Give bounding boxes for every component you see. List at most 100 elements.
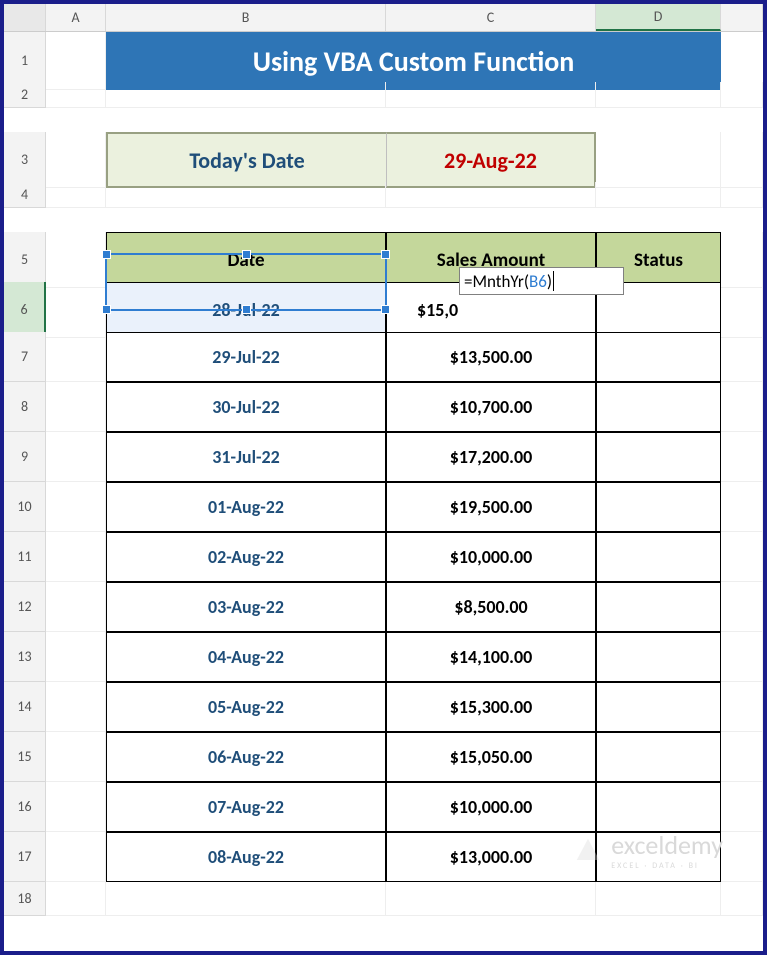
- cell-C14[interactable]: $15,300.00: [386, 682, 596, 732]
- cell-A9[interactable]: [46, 432, 106, 482]
- cell-A13[interactable]: [46, 632, 106, 682]
- col-header-B[interactable]: B: [106, 4, 386, 31]
- row-header-14[interactable]: 14: [4, 682, 46, 732]
- cell-D17[interactable]: [596, 832, 721, 882]
- cell-C10[interactable]: $19,500.00: [386, 482, 596, 532]
- cell-A10[interactable]: [46, 482, 106, 532]
- row-header-8[interactable]: 8: [4, 382, 46, 432]
- cell-E17: [721, 832, 763, 882]
- cell-D15[interactable]: [596, 732, 721, 782]
- cell-D8[interactable]: [596, 382, 721, 432]
- cell-A8[interactable]: [46, 382, 106, 432]
- cell-C18[interactable]: [386, 882, 596, 916]
- cell-B9[interactable]: 31-Jul-22: [106, 432, 386, 482]
- cell-A14[interactable]: [46, 682, 106, 732]
- row-header-5[interactable]: 5: [4, 232, 46, 288]
- cell-D4[interactable]: [596, 182, 721, 208]
- cell-A7[interactable]: [46, 332, 106, 382]
- cell-B4[interactable]: [106, 182, 386, 208]
- cell-E16: [721, 782, 763, 832]
- cell-C4[interactable]: [386, 182, 596, 208]
- cell-C7[interactable]: $13,500.00: [386, 332, 596, 382]
- column-headers: A B C D: [4, 4, 763, 32]
- row-header-3[interactable]: 3: [4, 132, 46, 188]
- cell-B2[interactable]: [106, 82, 386, 108]
- row-header-12[interactable]: 12: [4, 582, 46, 632]
- formula-function: MnthYr(: [472, 271, 529, 292]
- cell-C16[interactable]: $10,000.00: [386, 782, 596, 832]
- today-date-value[interactable]: 29-Aug-22: [386, 132, 596, 188]
- cell-C12[interactable]: $8,500.00: [386, 582, 596, 632]
- row-header-4[interactable]: 4: [4, 182, 46, 208]
- cell-E2: [721, 82, 763, 108]
- cell-C2[interactable]: [386, 82, 596, 108]
- row-header-10[interactable]: 10: [4, 482, 46, 532]
- cell-C11[interactable]: $10,000.00: [386, 532, 596, 582]
- col-header-A[interactable]: A: [46, 4, 106, 31]
- cell-A3[interactable]: [46, 132, 106, 188]
- cell-D10[interactable]: [596, 482, 721, 532]
- cell-E7: [721, 332, 763, 382]
- cell-C15[interactable]: $15,050.00: [386, 732, 596, 782]
- cell-B11[interactable]: 02-Aug-22: [106, 532, 386, 582]
- cell-B13[interactable]: 04-Aug-22: [106, 632, 386, 682]
- row-header-9[interactable]: 9: [4, 432, 46, 482]
- cell-A15[interactable]: [46, 732, 106, 782]
- cell-A16[interactable]: [46, 782, 106, 832]
- cell-C8[interactable]: $10,700.00: [386, 382, 596, 432]
- cell-D2[interactable]: [596, 82, 721, 108]
- cell-B16[interactable]: 07-Aug-22: [106, 782, 386, 832]
- select-all-corner[interactable]: [4, 4, 46, 31]
- cell-B12[interactable]: 03-Aug-22: [106, 582, 386, 632]
- cell-A6[interactable]: [46, 282, 106, 338]
- row-header-15[interactable]: 15: [4, 732, 46, 782]
- cell-B7[interactable]: 29-Jul-22: [106, 332, 386, 382]
- cell-B18[interactable]: [106, 882, 386, 916]
- cell-D12[interactable]: [596, 582, 721, 632]
- row-header-7[interactable]: 7: [4, 332, 46, 382]
- cell-E12: [721, 582, 763, 632]
- cell-C17[interactable]: $13,000.00: [386, 832, 596, 882]
- cell-B6[interactable]: 28-Jul-22: [106, 282, 386, 338]
- today-date-label[interactable]: Today's Date: [106, 132, 386, 188]
- table-header-date[interactable]: Date: [106, 232, 386, 288]
- cell-D16[interactable]: [596, 782, 721, 832]
- cell-A17[interactable]: [46, 832, 106, 882]
- cell-D9[interactable]: [596, 432, 721, 482]
- col-header-C[interactable]: C: [386, 4, 596, 31]
- cell-A18[interactable]: [46, 882, 106, 916]
- cell-B17[interactable]: 08-Aug-22: [106, 832, 386, 882]
- row-header-13[interactable]: 13: [4, 632, 46, 682]
- cell-A11[interactable]: [46, 532, 106, 582]
- cell-C13[interactable]: $14,100.00: [386, 632, 596, 682]
- cell-D7[interactable]: [596, 332, 721, 382]
- cell-A5[interactable]: [46, 232, 106, 288]
- cell-E15: [721, 732, 763, 782]
- cell-A4[interactable]: [46, 182, 106, 208]
- spreadsheet-grid: 1 Using VBA Custom Function 2 3 Today's …: [4, 32, 763, 932]
- cell-D11[interactable]: [596, 532, 721, 582]
- row-header-16[interactable]: 16: [4, 782, 46, 832]
- cell-B15[interactable]: 06-Aug-22: [106, 732, 386, 782]
- cell-D14[interactable]: [596, 682, 721, 732]
- cell-A12[interactable]: [46, 582, 106, 632]
- col-header-D[interactable]: D: [596, 4, 721, 31]
- formula-equals: =: [464, 271, 472, 292]
- cell-E13: [721, 632, 763, 682]
- row-header-11[interactable]: 11: [4, 532, 46, 582]
- cell-D3[interactable]: [596, 132, 721, 188]
- cell-C9[interactable]: $17,200.00: [386, 432, 596, 482]
- cell-B8[interactable]: 30-Jul-22: [106, 382, 386, 432]
- cell-A2[interactable]: [46, 82, 106, 108]
- cell-E5: [721, 232, 763, 288]
- row-header-17[interactable]: 17: [4, 832, 46, 882]
- cell-B14[interactable]: 05-Aug-22: [106, 682, 386, 732]
- cell-D18[interactable]: [596, 882, 721, 916]
- cell-B10[interactable]: 01-Aug-22: [106, 482, 386, 532]
- row-header-2[interactable]: 2: [4, 82, 46, 108]
- formula-edit-box[interactable]: =MnthYr(B6): [459, 267, 624, 295]
- cell-E8: [721, 382, 763, 432]
- row-header-6[interactable]: 6: [4, 282, 46, 338]
- row-header-18[interactable]: 18: [4, 882, 46, 916]
- cell-D13[interactable]: [596, 632, 721, 682]
